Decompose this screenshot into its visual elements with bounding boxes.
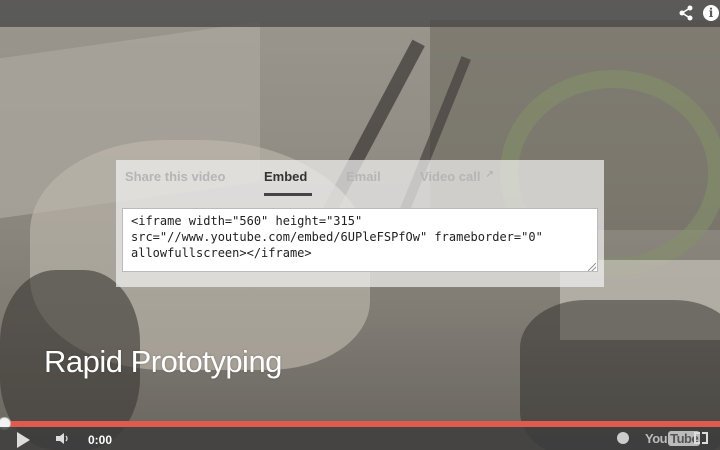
volume-icon[interactable] <box>55 432 71 448</box>
video-title: Rapid Prototyping <box>44 344 282 379</box>
current-time: 0:00 <box>88 433 113 447</box>
youtube-logo-you: You <box>645 431 668 446</box>
tab-share-this-video[interactable]: Share this video <box>125 169 225 184</box>
watch-later-icon[interactable] <box>617 432 629 444</box>
player-controls: 0:00 You Tube <box>0 427 720 450</box>
fullscreen-icon[interactable] <box>694 432 708 444</box>
share-panel: Share this video Embed Email Video call ↗… <box>116 160 604 287</box>
play-icon[interactable] <box>17 432 30 448</box>
tab-embed[interactable]: Embed <box>264 169 307 184</box>
external-link-icon: ↗ <box>485 169 494 180</box>
share-icon[interactable] <box>676 3 696 23</box>
active-tab-indicator <box>264 193 312 196</box>
youtube-logo[interactable]: You Tube <box>645 431 701 446</box>
info-glyph: i <box>703 5 719 21</box>
tab-email[interactable]: Email <box>346 169 381 184</box>
info-icon[interactable]: i <box>701 3 720 23</box>
tab-video-call-label: Video call <box>420 169 481 184</box>
embed-code-textarea[interactable]: <iframe width="560" height="315" src="//… <box>122 208 598 272</box>
resize-grip-icon[interactable] <box>588 263 596 271</box>
top-bar: i <box>0 0 720 27</box>
tab-video-call[interactable]: Video call ↗ <box>420 169 494 184</box>
